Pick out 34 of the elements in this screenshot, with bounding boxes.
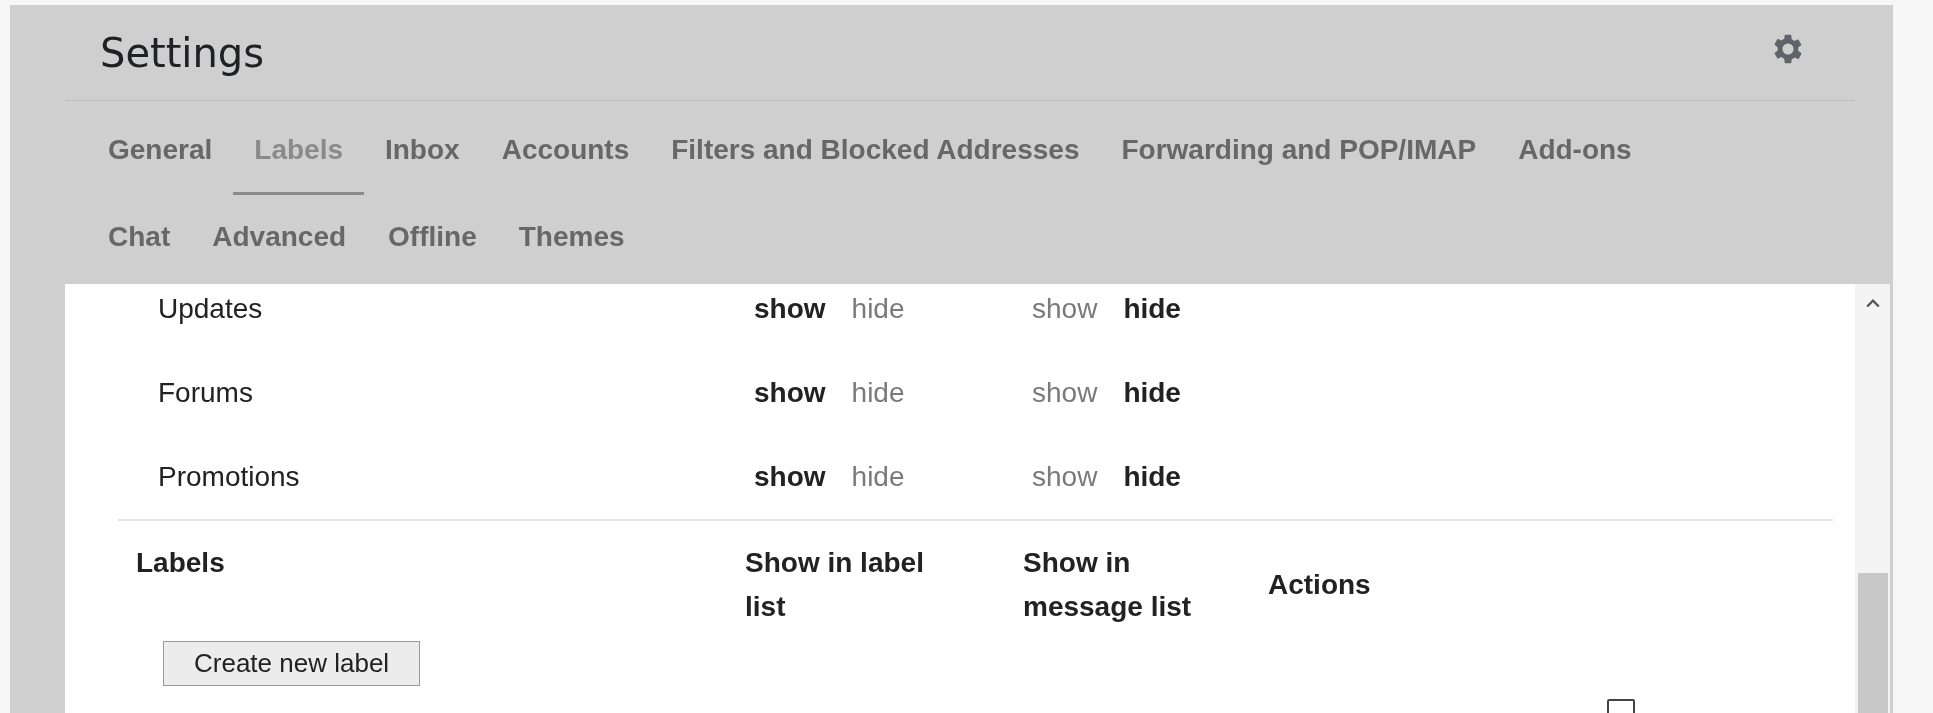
visibility-option[interactable]: show xyxy=(754,293,826,325)
settings-tab[interactable]: Inbox xyxy=(364,107,481,195)
settings-tab[interactable]: Offline xyxy=(367,195,498,279)
column-header: Labels xyxy=(135,546,225,580)
scrollbar[interactable] xyxy=(1855,284,1890,713)
visibility-option[interactable]: hide xyxy=(851,293,905,325)
settings-tab[interactable]: General xyxy=(108,107,234,195)
settings-tab[interactable]: Chat xyxy=(108,195,192,279)
settings-tab[interactable]: Filters and Blocked Addresses xyxy=(650,107,1101,195)
settings-tab[interactable]: Accounts xyxy=(480,107,651,195)
visibility-option[interactable]: hide xyxy=(1123,461,1181,493)
visibility-option[interactable]: hide xyxy=(851,377,905,409)
settings-tab[interactable]: Labels xyxy=(233,107,364,195)
page-title: Settings xyxy=(100,29,265,76)
column-header: Show in message list xyxy=(1023,546,1193,624)
category-name: Promotions xyxy=(157,461,300,493)
visibility-option[interactable]: show xyxy=(1032,293,1098,325)
category-name: Updates xyxy=(157,293,263,325)
settings-tab[interactable]: Forwarding and POP/IMAP xyxy=(1100,107,1498,195)
visibility-option[interactable]: show xyxy=(754,461,826,493)
settings-tab[interactable]: Add-ons xyxy=(1497,107,1653,195)
create-label-button[interactable]: Create new label xyxy=(163,641,421,686)
visibility-option[interactable]: hide xyxy=(851,461,905,493)
visibility-option[interactable]: hide xyxy=(1123,377,1181,409)
scroll-up-icon[interactable] xyxy=(1865,298,1880,308)
settings-tab[interactable]: Themes xyxy=(497,195,646,279)
visibility-option[interactable]: hide xyxy=(1123,293,1181,325)
visibility-option[interactable]: show xyxy=(754,377,826,409)
settings-tab[interactable]: Advanced xyxy=(191,195,368,279)
category-name: Forums xyxy=(157,377,253,409)
column-header: Actions xyxy=(1268,568,1371,602)
column-header: Show in label list xyxy=(745,546,925,624)
visibility-option[interactable]: show xyxy=(1032,377,1098,409)
visibility-option[interactable]: show xyxy=(1032,461,1098,493)
